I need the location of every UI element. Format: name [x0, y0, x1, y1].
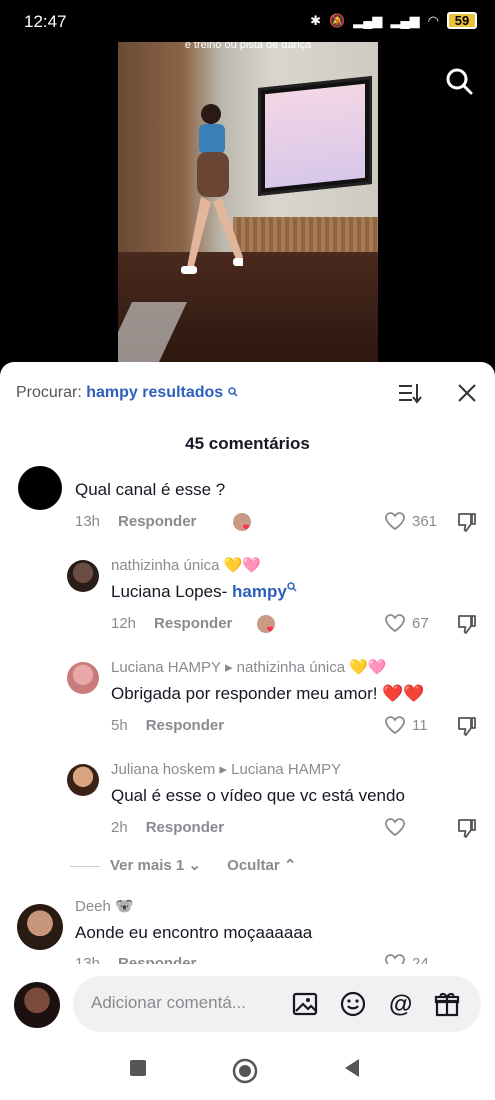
search-keyword-link[interactable]: hampy: [232, 582, 287, 601]
comment-author-line: Juliana hoskem ▸ Luciana HAMPY: [111, 761, 342, 778]
status-time: 12:47: [24, 12, 67, 31]
dislike-icon[interactable]: [456, 613, 478, 635]
status-bar: 12:47 ✱ 🔕 ▂▄▆ ▂▄▆ ◠ 59: [0, 0, 495, 44]
gift-icon[interactable]: [433, 990, 461, 1018]
comment-text: Aonde eu encontro moçaaaaaa: [75, 923, 313, 942]
system-nav-bar: [0, 1040, 495, 1100]
comment-age: 13h: [75, 955, 101, 964]
reply-button[interactable]: Responder: [118, 513, 196, 530]
creator-liked-badge-icon: [233, 513, 251, 531]
like-count: 11: [412, 716, 428, 734]
comment-meta: 13h Responder: [75, 955, 196, 964]
dislike-icon[interactable]: [456, 715, 478, 737]
heart-icon: [385, 716, 405, 735]
mute-icon: 🔕: [329, 12, 346, 28]
comment-author[interactable]: Deeh 🐨: [75, 897, 134, 915]
comment-author-line: Luciana HAMPY ▸ nathizinha única 💛🩷: [111, 659, 387, 676]
bluetooth-icon: ✱: [310, 12, 322, 28]
view-more-replies-button[interactable]: Ver mais 1 ⌄: [110, 857, 201, 874]
like-count: 361: [412, 512, 438, 530]
search-suggestion[interactable]: Procurar: hampy resultados: [16, 384, 238, 402]
search-prefix: Procurar:: [16, 384, 82, 401]
search-icon[interactable]: [444, 66, 474, 96]
video-player[interactable]: e treino ou pista de dança: [118, 42, 378, 362]
mention-icon[interactable]: @: [387, 990, 415, 1018]
comment-author[interactable]: Juliana hoskem: [111, 761, 215, 778]
dancer-figure: [181, 104, 243, 274]
comments-sheet: Procurar: hampy resultados 45 comentário…: [0, 362, 495, 1100]
video-caption: e treino ou pista de dança: [184, 42, 312, 51]
svg-text:@: @: [389, 991, 412, 1018]
signal-icon-2: ▂▄▆: [390, 12, 420, 28]
recents-button-icon[interactable]: [128, 1058, 148, 1078]
heart-icon: [385, 818, 405, 837]
comment-age: 5h: [111, 717, 128, 734]
reply-button[interactable]: Responder: [146, 819, 224, 836]
avatar[interactable]: [67, 764, 99, 796]
dislike-icon[interactable]: [456, 511, 478, 533]
reply-to-author[interactable]: Luciana HAMPY: [231, 761, 341, 778]
heart-icon: [385, 614, 405, 633]
comment-meta: 12h Responder: [111, 615, 232, 632]
close-icon[interactable]: [457, 383, 477, 403]
avatar[interactable]: [67, 560, 99, 592]
heart-icon: [385, 954, 405, 964]
comment-text: Qual canal é esse ?: [75, 480, 226, 499]
search-icon-small: [227, 387, 238, 397]
comment-text: Obrigada por responder meu amor! ❤️❤️: [111, 684, 425, 703]
comment-count: 45 comentários: [185, 434, 310, 453]
comment-meta: 2h Responder: [111, 819, 224, 836]
comment-age: 12h: [111, 615, 137, 632]
comment-list[interactable]: Qual canal é esse ? 13h Responder 361 nat…: [0, 458, 495, 964]
wifi-icon: ◠: [427, 12, 439, 28]
like-button[interactable]: 24: [384, 953, 429, 964]
avatar[interactable]: [17, 904, 63, 950]
comment-text: Qual é esse o vídeo que vc está vendo: [111, 786, 405, 805]
creator-liked-badge-icon: [257, 615, 275, 633]
search-keyword[interactable]: hampy resultados: [86, 384, 223, 401]
comment-text: Luciana Lopes- hampy: [111, 582, 297, 602]
comment-meta: 13h Responder: [75, 513, 196, 530]
like-button[interactable]: 11: [384, 715, 428, 735]
reply-button[interactable]: Responder: [154, 615, 232, 632]
comment-meta: 5h Responder: [111, 717, 224, 734]
emoji-icon[interactable]: [339, 990, 367, 1018]
comment-age: 2h: [111, 819, 128, 836]
comment-composer: Adicionar comentá... @: [0, 964, 495, 1034]
like-count: 24: [412, 954, 429, 965]
comment-text-prefix: Luciana Lopes-: [111, 582, 228, 601]
home-button-icon[interactable]: [232, 1058, 258, 1084]
image-icon[interactable]: [291, 990, 319, 1018]
avatar[interactable]: [18, 466, 62, 510]
like-button[interactable]: 67: [384, 613, 429, 633]
back-button-icon[interactable]: [342, 1058, 362, 1078]
comment-input-placeholder: Adicionar comentá...: [91, 993, 246, 1012]
reply-to-author[interactable]: nathizinha única 💛🩷: [237, 659, 387, 676]
my-avatar[interactable]: [14, 982, 60, 1028]
heart-icon: [385, 512, 405, 531]
like-button[interactable]: [384, 817, 406, 837]
avatar[interactable]: [67, 662, 99, 694]
tv-in-video: [258, 76, 372, 196]
comment-age: 13h: [75, 513, 101, 530]
like-button[interactable]: 361: [384, 511, 437, 531]
comment-input[interactable]: Adicionar comentá... @: [73, 976, 481, 1032]
thread-controls: Ver mais 1 ⌄ Ocultar ⌃: [70, 856, 296, 874]
status-icons: ✱ 🔕 ▂▄▆ ▂▄▆ ◠ 59: [310, 12, 477, 29]
dislike-icon[interactable]: [456, 817, 478, 839]
sort-icon[interactable]: [398, 382, 422, 404]
signal-icon: ▂▄▆: [353, 12, 383, 28]
battery-icon: 59: [447, 12, 477, 29]
hide-replies-button[interactable]: Ocultar ⌃: [227, 857, 296, 874]
comment-author[interactable]: nathizinha única 💛🩷: [111, 556, 261, 574]
reply-button[interactable]: Responder: [146, 717, 224, 734]
comment-author[interactable]: Luciana HAMPY: [111, 659, 221, 676]
reply-button[interactable]: Responder: [118, 955, 196, 964]
like-count: 67: [412, 614, 429, 632]
search-icon-small: [287, 582, 297, 592]
